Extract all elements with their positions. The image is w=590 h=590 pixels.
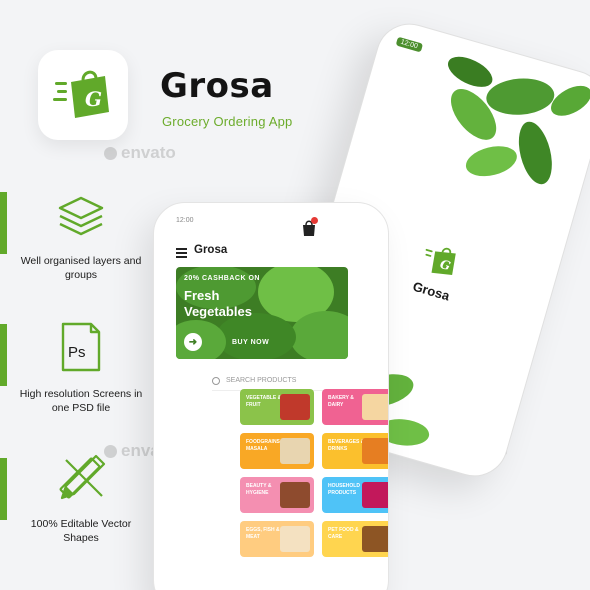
promo-cashback: 20% CASHBACK ON bbox=[184, 275, 260, 282]
search-icon bbox=[212, 376, 220, 385]
photoshop-icon: Ps bbox=[61, 322, 101, 372]
brand-title: Grosa bbox=[160, 66, 274, 106]
category-image bbox=[280, 394, 310, 420]
category-image bbox=[362, 438, 388, 464]
feature-label-layers: Well organised layers and groups bbox=[20, 255, 142, 281]
category-card[interactable]: Foodgrains & Masala bbox=[240, 433, 314, 469]
shopping-bag-g-icon: G bbox=[53, 70, 109, 118]
category-card[interactable]: Beauty & Hygiene bbox=[240, 477, 314, 513]
layers-icon bbox=[58, 196, 104, 236]
ps-label: Ps bbox=[68, 344, 86, 361]
buy-now-link[interactable]: BUY NOW bbox=[232, 339, 269, 346]
category-card[interactable]: Bakery & Dairy bbox=[322, 389, 388, 425]
category-card[interactable]: Eggs, Fish & Meat bbox=[240, 521, 314, 557]
category-card[interactable]: Pet Food & Care bbox=[322, 521, 388, 557]
app-icon: G bbox=[38, 50, 128, 140]
category-image bbox=[362, 394, 388, 420]
category-image bbox=[362, 526, 388, 552]
pencil-ruler-icon bbox=[59, 454, 106, 500]
home-title: Grosa bbox=[194, 244, 228, 256]
hamburger-menu-icon[interactable] bbox=[176, 248, 187, 260]
category-card[interactable]: Vegetable & Fruit bbox=[240, 389, 314, 425]
svg-text:G: G bbox=[85, 87, 102, 111]
feature-label-vector: 100% Editable Vector Shapes bbox=[30, 518, 132, 544]
category-card[interactable]: Beverages & Drinks bbox=[322, 433, 388, 469]
brand-subtitle: Grocery Ordering App bbox=[162, 114, 293, 129]
feature-label-psd: High resolution Screens in one PSD file bbox=[19, 388, 143, 414]
category-image bbox=[362, 482, 388, 508]
watermark: envato bbox=[104, 143, 176, 163]
accent-bar bbox=[0, 458, 7, 520]
phone-home: 12:00 Grosa 20% CASHBACK ON Fresh Vegeta… bbox=[153, 202, 389, 590]
category-image bbox=[280, 526, 310, 552]
category-image bbox=[280, 482, 310, 508]
cart-badge bbox=[311, 217, 318, 224]
status-time: 12:00 bbox=[176, 217, 194, 224]
promo-title: Fresh Vegetables bbox=[184, 288, 252, 319]
category-image bbox=[280, 438, 310, 464]
search-input[interactable]: SEARCH PRODUCTS bbox=[212, 371, 372, 391]
accent-bar bbox=[0, 192, 7, 254]
accent-bar bbox=[0, 324, 7, 386]
envato-leaf-icon bbox=[104, 146, 117, 160]
promo-banner[interactable]: 20% CASHBACK ON Fresh Vegetables ➜ BUY N… bbox=[176, 267, 348, 359]
category-card[interactable]: Household Products bbox=[322, 477, 388, 513]
arrow-right-icon[interactable]: ➜ bbox=[184, 333, 202, 351]
